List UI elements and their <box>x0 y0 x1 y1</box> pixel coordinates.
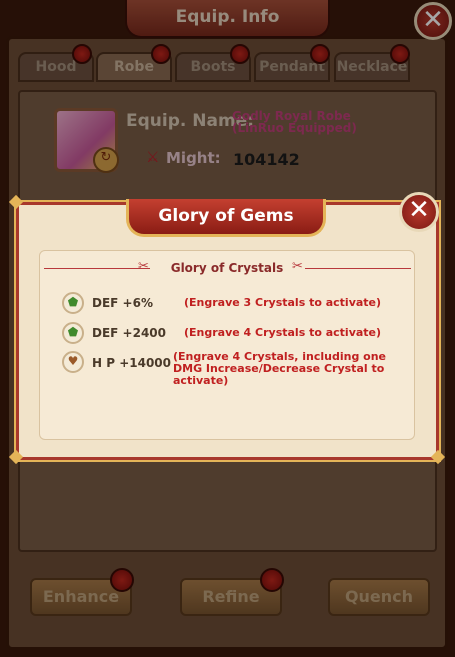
bonus-requirement: (Engrave 4 Crystals, including one DMG I… <box>173 350 387 387</box>
ornament-icon: ✂ <box>138 259 149 274</box>
popup-subtitle: Glory of Crystals <box>170 261 284 275</box>
bonus-stat: DEF +2400 <box>92 326 166 340</box>
bonus-stat: H P +14000 <box>92 356 171 370</box>
popup-close-button[interactable]: ✕ <box>399 192 439 232</box>
close-icon: ✕ <box>408 195 430 225</box>
green-gem-icon: ⬟ <box>62 322 84 344</box>
divider <box>44 268 150 269</box>
heart-icon: ♥ <box>62 351 84 373</box>
popup-title: Glory of Gems <box>126 199 326 237</box>
bonus-list-panel <box>39 250 415 440</box>
green-gem-icon: ⬟ <box>62 292 84 314</box>
ornament-icon: ✂ <box>292 259 303 274</box>
bonus-stat: DEF +6% <box>92 296 153 310</box>
bonus-requirement: (Engrave 3 Crystals to activate) <box>184 296 382 309</box>
bonus-requirement: (Engrave 4 Crystals to activate) <box>184 326 382 339</box>
divider <box>305 268 411 269</box>
